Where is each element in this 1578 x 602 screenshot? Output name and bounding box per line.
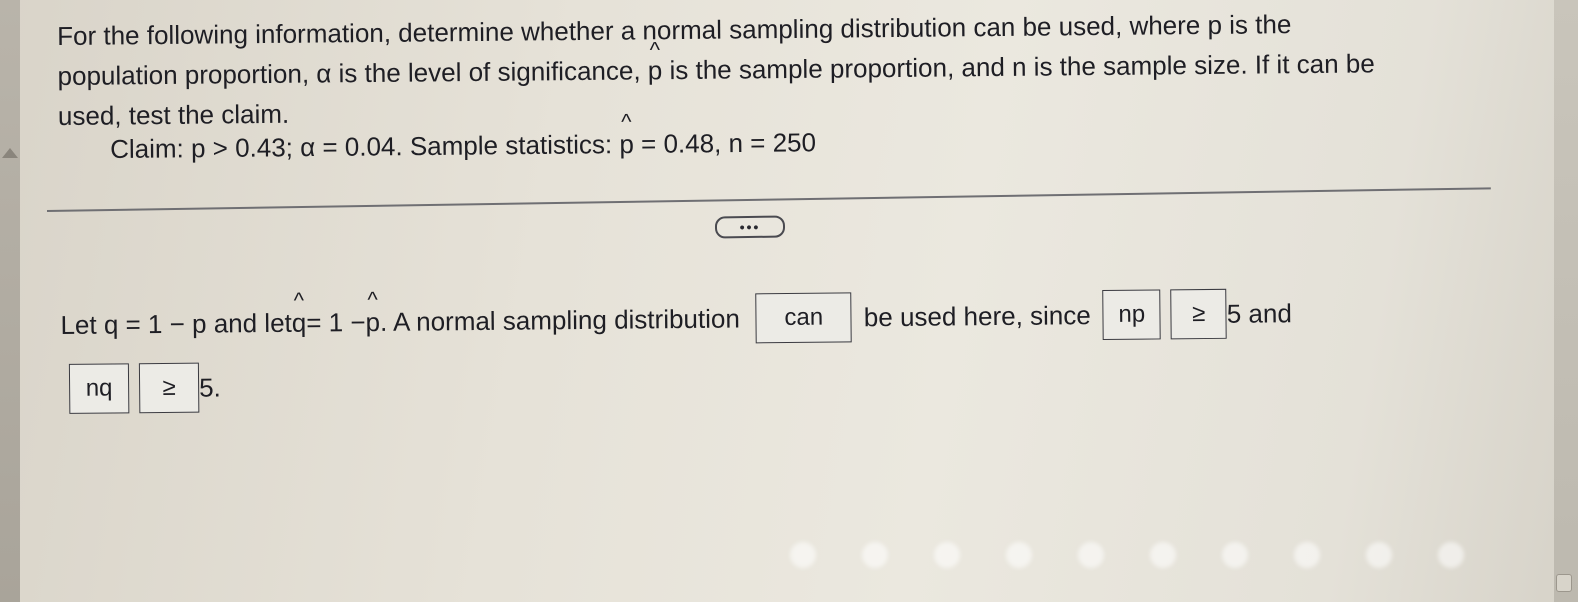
footer-dot <box>790 542 816 568</box>
nq-dropdown[interactable]: nq <box>68 363 130 414</box>
answer-text-f: 5. <box>198 371 221 403</box>
q-hat-symbol: q <box>292 307 307 338</box>
right-scrollbar[interactable] <box>1554 0 1578 602</box>
answer-line-2: nq ≥ 5. <box>68 362 221 414</box>
footer-dot <box>1078 542 1104 568</box>
np-dropdown[interactable]: np <box>1102 289 1162 340</box>
footer-dot <box>1438 542 1464 568</box>
question-text: For the following information, determine… <box>57 3 1418 136</box>
nq-inequality-dropdown[interactable]: ≥ <box>138 362 200 414</box>
footer-dot <box>862 542 888 568</box>
answer-text-b: = 1 − <box>306 306 366 338</box>
footer-dot <box>1150 542 1176 568</box>
expand-more-button[interactable]: ••• <box>714 215 786 239</box>
can-cannot-dropdown[interactable]: can <box>755 292 853 344</box>
answer-text-d: be used here, since <box>863 299 1091 332</box>
p-hat-symbol: p <box>648 50 663 90</box>
footer-dot <box>1222 542 1248 568</box>
collapse-arrow-icon[interactable] <box>2 148 18 158</box>
answer-text-a: Let q = 1 − p and let <box>60 307 292 340</box>
answer-line-1: Let q = 1 − p and let q = 1 − p. A norma… <box>60 288 1292 350</box>
blurred-footer-dots <box>790 542 1464 568</box>
scroll-down-icon[interactable] <box>1556 574 1572 592</box>
answer-text-e: 5 and <box>1226 297 1292 329</box>
section-divider <box>46 187 1491 212</box>
claim-p-hat-symbol: p <box>619 129 634 160</box>
p-hat-symbol-answer: p <box>365 306 380 337</box>
left-panel-edge <box>0 0 20 602</box>
answer-area: Let q = 1 − p and let q = 1 − p. A norma… <box>60 259 1421 422</box>
footer-dot <box>1294 542 1320 568</box>
footer-dot <box>934 542 960 568</box>
np-inequality-dropdown[interactable]: ≥ <box>1170 288 1228 340</box>
claim-part2: = 0.48, n = 250 <box>633 127 817 159</box>
answer-text-c: . A normal sampling distribution <box>379 302 740 337</box>
claim-statement: Claim: p > 0.43; α = 0.04. Sample statis… <box>110 127 816 165</box>
claim-part1: Claim: p > 0.43; α = 0.04. Sample statis… <box>110 129 620 164</box>
footer-dot <box>1006 542 1032 568</box>
footer-dot <box>1366 542 1392 568</box>
